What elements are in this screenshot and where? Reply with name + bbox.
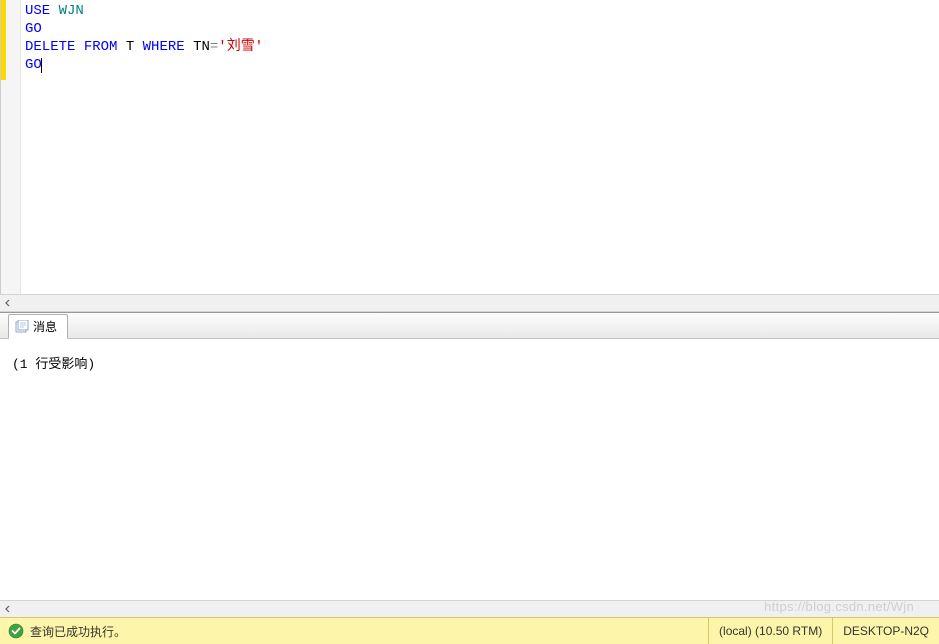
code-editor[interactable]: USE WJNGODELETE FROM T WHERE TN='刘雪'GO	[21, 0, 939, 294]
code-line: GO	[25, 56, 935, 74]
results-tab-bar: 消息	[0, 313, 939, 339]
status-host: DESKTOP-N2Q	[832, 618, 939, 644]
editor-gutter	[1, 0, 21, 294]
status-bar: 查询已成功执行。 (local) (10.50 RTM) DESKTOP-N2Q	[0, 617, 939, 644]
change-indicator	[1, 0, 6, 80]
code-line: DELETE FROM T WHERE TN='刘雪'	[25, 38, 935, 56]
messages-horizontal-scrollbar[interactable]	[0, 600, 939, 617]
text-cursor	[41, 58, 42, 73]
code-line: GO	[25, 20, 935, 38]
success-check-icon	[8, 623, 24, 639]
tab-messages-label: 消息	[33, 318, 57, 335]
results-pane: 消息 (1 行受影响)	[0, 312, 939, 617]
status-server: (local) (10.50 RTM)	[708, 618, 832, 644]
messages-output[interactable]: (1 行受影响)	[0, 339, 939, 600]
status-right-section: (local) (10.50 RTM) DESKTOP-N2Q	[708, 618, 939, 644]
code-line: USE WJN	[25, 2, 935, 20]
tab-messages[interactable]: 消息	[8, 314, 68, 339]
sql-editor-pane: USE WJNGODELETE FROM T WHERE TN='刘雪'GO	[0, 0, 939, 294]
status-left-section: 查询已成功执行。	[0, 623, 708, 640]
scroll-left-arrow-icon[interactable]	[0, 295, 16, 311]
messages-icon	[15, 320, 29, 334]
editor-horizontal-scrollbar[interactable]	[0, 294, 939, 312]
status-success-text: 查询已成功执行。	[30, 623, 126, 640]
message-line: (1 行受影响)	[12, 357, 95, 372]
scroll-left-arrow-icon[interactable]	[0, 601, 16, 617]
